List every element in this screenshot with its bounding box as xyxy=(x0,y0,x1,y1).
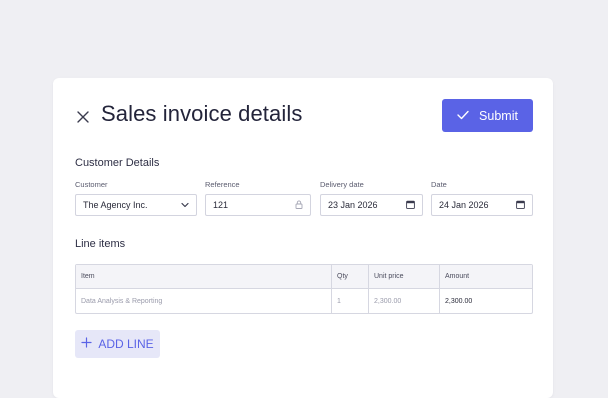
calendar-icon[interactable] xyxy=(406,200,415,211)
delivery-date-label: Delivery date xyxy=(320,180,364,189)
delivery-date-value: 23 Jan 2026 xyxy=(328,200,378,210)
delivery-date-field[interactable]: 23 Jan 2026 xyxy=(320,194,423,216)
customer-details-heading: Customer Details xyxy=(75,157,160,169)
line-items-heading: Line items xyxy=(75,238,126,250)
column-header-qty: Qty xyxy=(332,265,369,288)
date-label: Date xyxy=(431,180,447,189)
line-items-table: Item Qty Unit price Amount Data Analysis… xyxy=(75,264,533,314)
amount-cell: 2,300.00 xyxy=(445,297,473,305)
reference-value: 121 xyxy=(213,200,229,210)
invoice-card: Sales invoice details Submit Customer De… xyxy=(53,78,553,398)
close-icon[interactable] xyxy=(75,109,91,125)
submit-button[interactable]: Submit xyxy=(442,99,533,132)
reference-label: Reference xyxy=(205,180,240,189)
qty-cell[interactable]: 1 xyxy=(332,289,369,313)
customer-label: Customer xyxy=(75,180,108,189)
chevron-down-icon xyxy=(181,200,189,210)
add-line-button[interactable]: ADD LINE xyxy=(75,330,160,358)
table-row[interactable]: Data Analysis & Reporting 1 2,300.00 2,3… xyxy=(76,289,532,313)
add-line-label: ADD LINE xyxy=(98,337,154,351)
date-field[interactable]: 24 Jan 2026 xyxy=(431,194,533,216)
item-cell[interactable]: Data Analysis & Reporting xyxy=(76,289,332,313)
date-value: 24 Jan 2026 xyxy=(439,200,489,210)
column-header-amount: Amount xyxy=(445,273,470,280)
unit-price-cell[interactable]: 2,300.00 xyxy=(369,289,440,313)
check-icon xyxy=(457,109,469,123)
submit-label: Submit xyxy=(479,108,518,123)
customer-select[interactable]: The Agency Inc. xyxy=(75,194,197,216)
column-header-unit-price: Unit price xyxy=(369,265,440,288)
table-header: Item Qty Unit price Amount xyxy=(76,265,532,289)
customer-value: The Agency Inc. xyxy=(83,200,148,210)
plus-icon xyxy=(81,337,92,351)
reference-field: 121 xyxy=(205,194,311,216)
page-title: Sales invoice details xyxy=(101,101,303,126)
column-header-item: Item xyxy=(76,265,332,288)
calendar-icon[interactable] xyxy=(516,200,525,211)
lock-icon xyxy=(295,200,303,211)
